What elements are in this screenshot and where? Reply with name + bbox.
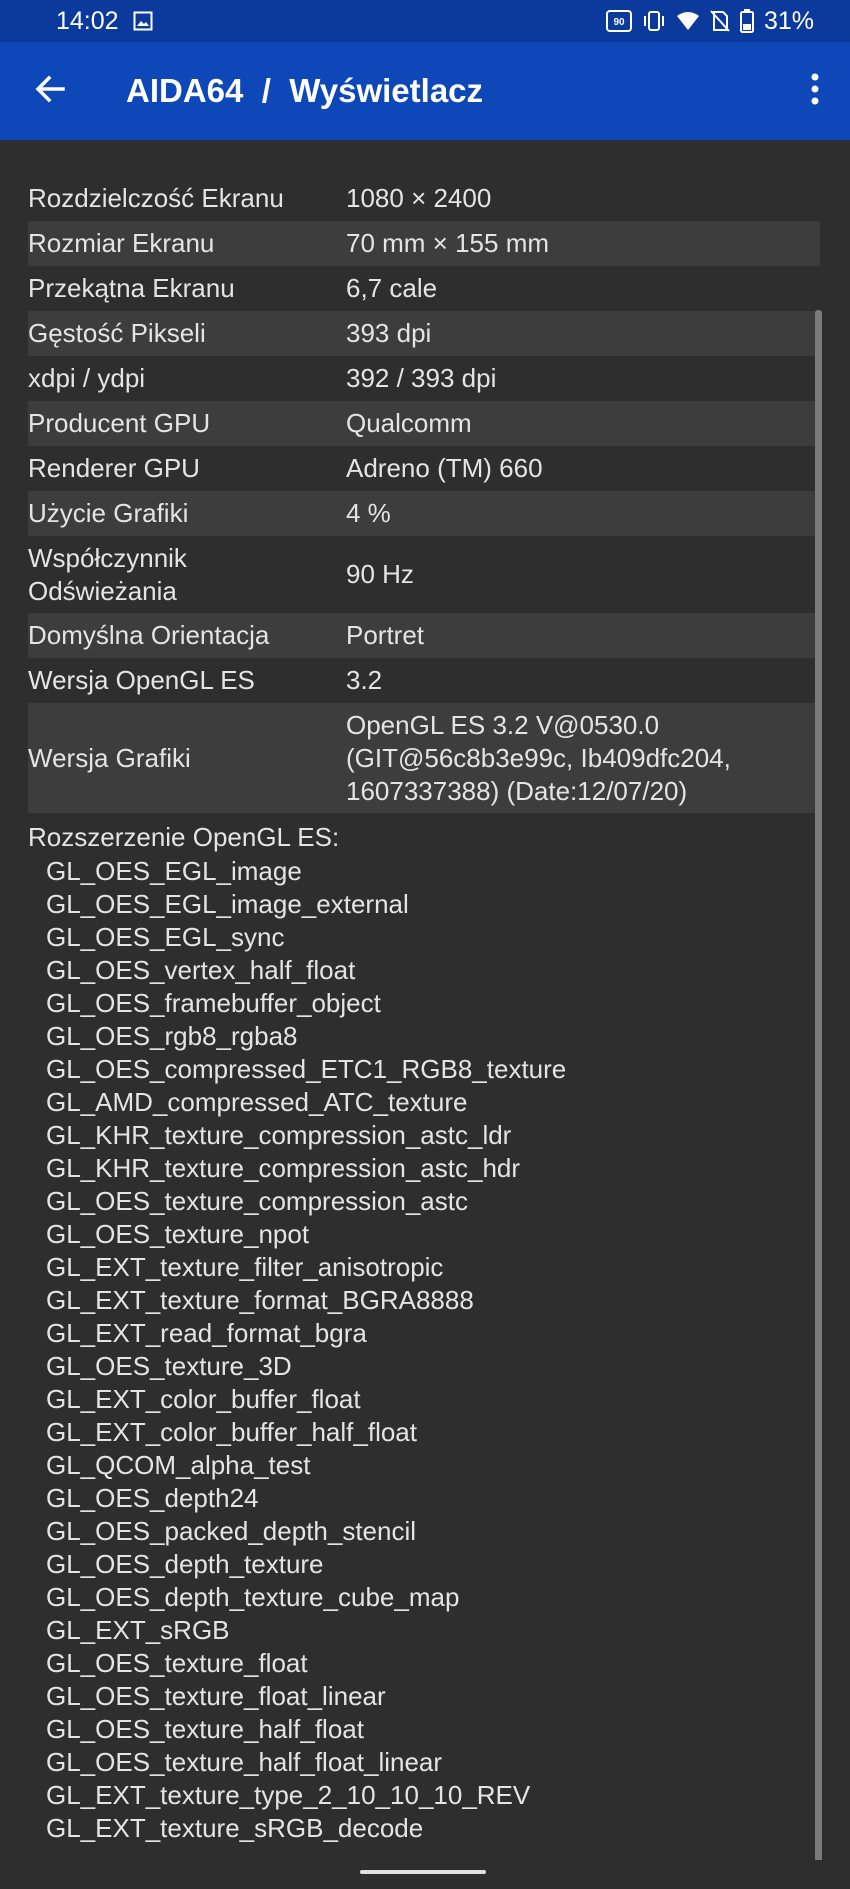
extension-item: GL_OES_EGL_image_external (46, 889, 409, 919)
property-label: Gęstość Pikseli (28, 318, 206, 348)
property-label: Rozmiar Ekranu (28, 228, 215, 258)
extension-item: GL_OES_EGL_image (46, 856, 302, 886)
extension-item: GL_EXT_color_buffer_float (46, 1384, 361, 1414)
property-label: Użycie Grafiki (28, 498, 189, 528)
property-row: Gęstość Pikseli 393 dpi (28, 311, 820, 356)
extension-item: GL_OES_framebuffer_object (46, 988, 381, 1018)
property-row: Wersja OpenGL ES 3.2 (28, 658, 820, 703)
property-value: 4 % (346, 498, 391, 528)
extension-item: GL_OES_texture_compression_astc (46, 1186, 468, 1216)
wifi-icon (676, 10, 700, 32)
extension-item: GL_OES_depth_texture_cube_map (46, 1582, 460, 1612)
property-value: 3.2 (346, 665, 383, 695)
extension-item: GL_OES_texture_3D (46, 1351, 292, 1381)
extension-item: GL_EXT_texture_filter_anisotropic (46, 1252, 444, 1282)
property-row: Producent GPU Qualcomm (28, 401, 820, 446)
extension-item: GL_QCOM_alpha_test (46, 1450, 311, 1480)
extension-item: GL_OES_depth_texture (46, 1549, 324, 1579)
extension-item: GL_OES_vertex_half_float (46, 955, 356, 985)
battery-icon (739, 9, 754, 33)
property-row: Użycie Grafiki 4 % (28, 491, 820, 536)
property-label: xdpi / ydpi (28, 363, 146, 393)
property-label: Współczynnik Odświeżania (28, 542, 187, 606)
property-value: Adreno (TM) 660 (346, 453, 543, 483)
extension-item: GL_EXT_texture_type_2_10_10_10_REV (46, 1780, 531, 1810)
status-left: 14:02 (56, 7, 153, 36)
page-title: AIDA64 / Wyświetlacz (126, 72, 484, 109)
property-label: Wersja Grafiki (28, 742, 191, 773)
property-value: 1080 × 2400 (346, 183, 492, 213)
extension-item: GL_KHR_texture_compression_astc_hdr (46, 1153, 521, 1183)
extensions-list: GL_OES_EGL_image GL_OES_EGL_image_externa… (28, 855, 820, 1845)
property-label: Renderer GPU (28, 453, 200, 483)
content-scroll[interactable]: Rozdzielczość Ekranu 1080 × 2400 Rozmiar… (0, 140, 850, 1860)
battery-percent: 31% (763, 6, 814, 35)
refresh-rate-badge: 90 (613, 17, 625, 28)
extension-item: GL_OES_packed_depth_stencil (46, 1516, 417, 1546)
more-vert-icon (810, 73, 820, 110)
property-label: Wersja OpenGL ES (28, 665, 255, 695)
extension-item: GL_OES_texture_float_linear (46, 1681, 386, 1711)
navigation-bar (0, 1860, 850, 1889)
property-label: Rozdzielczość Ekranu (28, 183, 284, 213)
no-sim-icon (710, 10, 730, 32)
extension-item: GL_OES_texture_npot (46, 1219, 310, 1249)
vibrate-icon (642, 10, 666, 32)
status-right: 90 31% (605, 6, 814, 36)
back-button[interactable] (0, 42, 100, 140)
property-row: Rozdzielczość Ekranu 1080 × 2400 (28, 176, 820, 221)
extension-item: GL_EXT_texture_format_BGRA8888 (46, 1285, 474, 1315)
property-value: 392 / 393 dpi (346, 363, 497, 393)
extension-item: GL_EXT_sRGB (46, 1615, 230, 1645)
property-row: Przekątna Ekranu 6,7 cale (28, 266, 820, 311)
extension-item: GL_KHR_texture_compression_astc_ldr (46, 1120, 512, 1150)
extension-item: GL_OES_texture_half_float_linear (46, 1747, 443, 1777)
status-bar: 14:02 90 31% (0, 0, 850, 42)
property-row: xdpi / ydpi 392 / 393 dpi (28, 356, 820, 401)
property-label: Producent GPU (28, 408, 211, 438)
property-label: Domyślna Orientacja (28, 620, 270, 650)
property-row: Współczynnik Odświeżania 90 Hz (28, 536, 820, 613)
property-value: 90 Hz (346, 559, 414, 589)
property-value: Portret (346, 620, 425, 650)
extension-item: GL_EXT_read_format_bgra (46, 1318, 367, 1348)
app-toolbar: AIDA64 / Wyświetlacz (0, 42, 850, 140)
extension-item: GL_OES_texture_float (46, 1648, 308, 1678)
overflow-menu-button[interactable] (780, 42, 850, 140)
extension-item: GL_AMD_compressed_ATC_texture (46, 1087, 468, 1117)
property-value: 70 mm × 155 mm (346, 228, 550, 258)
property-row: Wersja Grafiki OpenGL ES 3.2 V@0530.0 (G… (28, 703, 820, 813)
property-value: 393 dpi (346, 318, 432, 348)
property-row: Rozmiar Ekranu 70 mm × 155 mm (28, 221, 820, 266)
property-row: Renderer GPU Adreno (TM) 660 (28, 446, 820, 491)
extension-item: GL_EXT_color_buffer_half_float (46, 1417, 417, 1447)
extension-item: GL_OES_rgb8_rgba8 (46, 1021, 298, 1051)
property-value: 6,7 cale (346, 273, 438, 303)
property-value: Qualcomm (346, 408, 472, 438)
refresh-rate-icon: 90 (605, 10, 632, 32)
property-value: OpenGL ES 3.2 V@0530.0 (GIT@56c8b3e99c, … (346, 709, 731, 806)
home-gesture-handle[interactable] (360, 1870, 486, 1874)
extension-item: GL_OES_depth24 (46, 1483, 259, 1513)
properties-list: Rozdzielczość Ekranu 1080 × 2400 Rozmiar… (28, 176, 820, 1845)
image-icon (133, 11, 153, 31)
extension-item: GL_OES_EGL_sync (46, 922, 285, 952)
property-row: Domyślna Orientacja Portret (28, 613, 820, 658)
extension-item: GL_EXT_texture_sRGB_decode (46, 1813, 424, 1843)
property-label: Przekątna Ekranu (28, 273, 235, 303)
extensions-title: Rozszerzenie OpenGL ES: (28, 822, 340, 852)
extension-item: GL_OES_texture_half_float (46, 1714, 364, 1744)
arrow-back-icon (33, 72, 67, 111)
status-time: 14:02 (56, 6, 119, 35)
extension-item: GL_OES_compressed_ETC1_RGB8_texture (46, 1054, 567, 1084)
scrollbar[interactable] (815, 310, 822, 1860)
